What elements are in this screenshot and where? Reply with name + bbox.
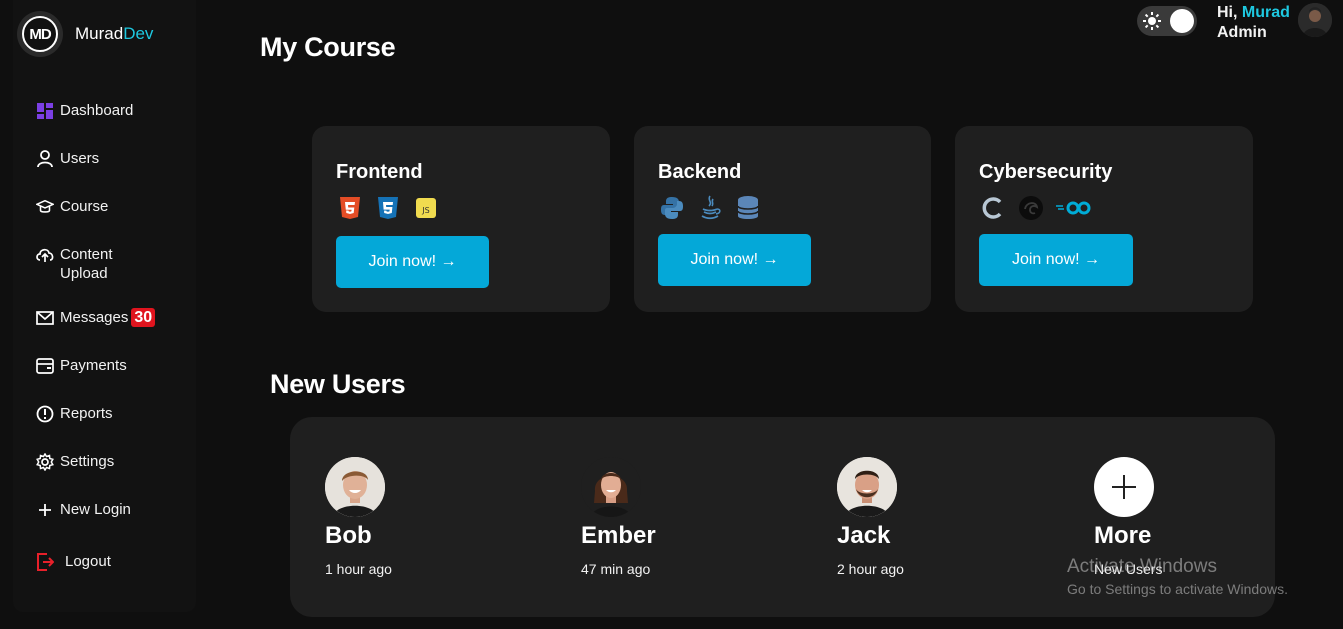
c-language-icon <box>979 194 1007 222</box>
css3-icon <box>374 194 402 222</box>
brand-name: MuradDev <box>75 24 153 44</box>
messages-count-badge: 30 <box>131 308 156 327</box>
user-role: Admin <box>1217 24 1267 41</box>
plus-icon <box>36 501 54 519</box>
brand-logo[interactable]: MD MuradDev <box>17 11 153 57</box>
logo-badge: MD <box>17 11 63 57</box>
sidebar-item-course[interactable]: Course <box>36 197 108 216</box>
logout-icon <box>36 553 54 571</box>
course-tech-icons: JS <box>336 194 440 222</box>
user-joined-time: 47 min ago <box>581 561 651 577</box>
course-tech-icons <box>658 194 762 222</box>
mail-icon <box>36 309 54 327</box>
wallet-icon <box>36 357 54 375</box>
user-joined-time: 2 hour ago <box>837 561 904 577</box>
avatar[interactable] <box>1298 3 1332 37</box>
html5-icon <box>336 194 364 222</box>
sidebar-item-reports[interactable]: Reports <box>36 404 113 423</box>
user-greeting: Hi, Murad Admin <box>1217 3 1290 43</box>
sun-icon <box>1142 11 1162 31</box>
more-label: More <box>1094 522 1152 549</box>
sidebar: MD MuradDev Dashboard Users Course Conte… <box>13 0 196 612</box>
user-name: Jack <box>837 522 891 549</box>
sidebar-item-label: Payments <box>60 357 127 374</box>
sidebar-item-label: Course <box>60 198 109 215</box>
course-card-frontend: Frontend JS Join now! → <box>312 126 610 312</box>
watermark-subtitle: Go to Settings to activate Windows. <box>1067 581 1288 597</box>
sidebar-item-label: Reports <box>60 405 113 422</box>
sidebar-item-content-upload[interactable]: Content Upload <box>36 245 113 283</box>
join-backend-button[interactable]: Join now! → <box>658 234 811 286</box>
watermark-title: Activate Windows <box>1067 556 1217 577</box>
sidebar-item-messages[interactable]: Messages 30 <box>36 308 156 327</box>
java-icon <box>696 194 724 222</box>
toggle-knob <box>1170 9 1194 33</box>
gear-icon <box>36 453 54 471</box>
user-joined-time: 1 hour ago <box>325 561 392 577</box>
user-icon <box>36 150 54 168</box>
plus-icon <box>1112 475 1136 499</box>
sidebar-item-label: Users <box>60 150 100 167</box>
sidebar-item-users[interactable]: Users <box>36 149 99 168</box>
course-card-cybersecurity: Cybersecurity Join now! → <box>955 126 1253 312</box>
join-cybersecurity-button[interactable]: Join now! → <box>979 234 1133 286</box>
theme-toggle[interactable] <box>1137 6 1197 36</box>
sidebar-item-dashboard[interactable]: Dashboard <box>36 101 133 120</box>
greeting-user-name: Murad <box>1241 4 1290 21</box>
sidebar-item-label: New Login <box>60 501 131 518</box>
sidebar-item-label: Messages <box>60 309 129 326</box>
course-name: Cybersecurity <box>979 161 1113 183</box>
alert-circle-icon <box>36 405 54 423</box>
kali-icon <box>1017 194 1045 222</box>
user-name: Bob <box>325 522 372 549</box>
sidebar-item-payments[interactable]: Payments <box>36 356 127 375</box>
more-users-button[interactable] <box>1094 457 1154 517</box>
svg-text:JS: JS <box>421 206 429 215</box>
course-card-backend: Backend Join now! → <box>634 126 931 312</box>
sidebar-item-new-login[interactable]: New Login <box>36 500 131 519</box>
activate-windows-watermark: Activate Windows Go to Settings to activ… <box>1067 556 1288 597</box>
graduation-cap-icon <box>36 198 54 216</box>
database-icon <box>734 194 762 222</box>
brand-name-accent: Dev <box>123 24 154 43</box>
user-card-jack[interactable]: Jack 2 hour ago <box>837 457 904 577</box>
sidebar-item-label: Content Upload <box>60 246 113 282</box>
user-card-ember[interactable]: Ember 47 min ago <box>581 457 656 577</box>
avatar <box>837 457 897 517</box>
sidebar-item-label: Dashboard <box>60 102 134 119</box>
course-name: Backend <box>658 161 742 183</box>
user-name: Ember <box>581 522 656 549</box>
sidebar-item-logout[interactable]: Logout <box>36 552 111 571</box>
avatar <box>581 457 641 517</box>
sidebar-item-label: Logout <box>65 553 111 570</box>
javascript-icon: JS <box>412 194 440 222</box>
brand-name-prefix: Murad <box>75 24 124 43</box>
course-tech-icons <box>979 194 1091 222</box>
sidebar-item-label: Settings <box>60 453 115 470</box>
dashboard-icon <box>36 102 54 120</box>
sidebar-item-settings[interactable]: Settings <box>36 452 114 471</box>
logo-monogram: MD <box>22 16 58 52</box>
go-icon <box>1055 194 1091 222</box>
python-icon <box>658 194 686 222</box>
cloud-upload-icon <box>36 246 54 264</box>
greeting-text: Hi, <box>1217 4 1238 21</box>
page-title: My Course <box>260 32 396 62</box>
course-name: Frontend <box>336 161 423 183</box>
join-frontend-button[interactable]: Join now! → <box>336 236 489 288</box>
avatar <box>325 457 385 517</box>
user-card-bob[interactable]: Bob 1 hour ago <box>325 457 392 577</box>
section-title-new-users: New Users <box>270 369 406 399</box>
